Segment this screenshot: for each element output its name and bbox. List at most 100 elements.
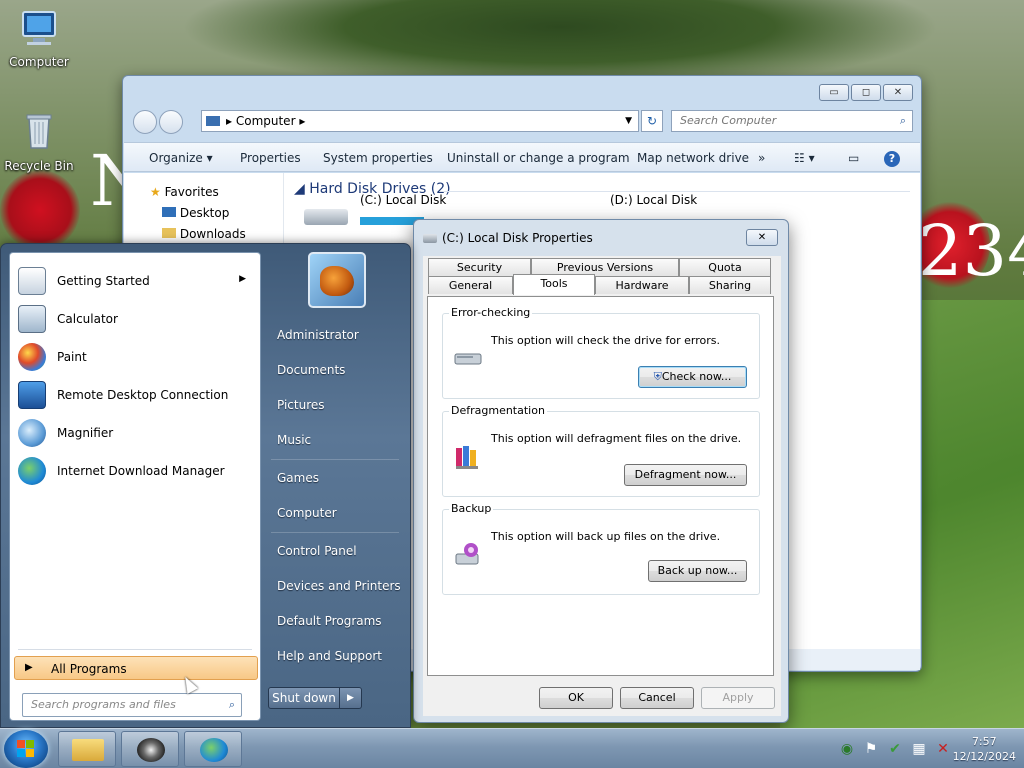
start-menu-programs-pane: Getting Started ▶ Calculator Paint Remot… <box>9 252 261 721</box>
star-icon: ★ <box>150 185 161 199</box>
tab-general[interactable]: General <box>428 276 513 294</box>
help-icon[interactable]: ? <box>884 143 900 173</box>
tab-tools[interactable]: Tools <box>513 274 595 295</box>
taskbar-raccoon-app[interactable] <box>121 731 179 767</box>
search-input[interactable]: Search Computer ⌕ <box>671 110 913 132</box>
group-description: This option will back up files on the dr… <box>491 530 721 543</box>
start-link-control-panel[interactable]: Control Panel <box>277 544 357 558</box>
defragment-now-button[interactable]: Defragment now... <box>624 464 747 486</box>
recycle-bin-icon <box>26 114 52 149</box>
start-link-pictures[interactable]: Pictures <box>277 398 325 412</box>
system-tray: ◉ ⚑ ✔ ▦ ✕ <box>838 740 952 758</box>
tab-quota[interactable]: Quota <box>679 258 771 276</box>
program-label: Internet Download Manager <box>57 464 225 478</box>
nav-downloads[interactable]: Downloads <box>162 227 246 241</box>
refresh-icon[interactable]: ↻ <box>641 110 663 132</box>
minimize-button[interactable]: ▭ <box>819 84 849 101</box>
folder-icon <box>72 739 104 761</box>
drive-icon <box>423 234 437 243</box>
start-link-default-programs[interactable]: Default Programs <box>277 614 382 628</box>
more-commands-button[interactable]: » <box>758 143 765 173</box>
start-link-documents[interactable]: Documents <box>277 363 345 377</box>
all-programs-button[interactable]: ▶ All Programs <box>14 656 258 680</box>
start-search-input[interactable]: Search programs and files ⌕ <box>22 693 242 717</box>
start-button[interactable] <box>4 730 48 768</box>
drive-d[interactable]: (D:) Local Disk <box>610 193 697 207</box>
organize-button[interactable]: Organize ▾ <box>149 143 213 173</box>
volume-muted-icon[interactable]: ✕ <box>934 740 952 758</box>
start-link-music[interactable]: Music <box>277 433 311 447</box>
clock-date: 12/12/2024 <box>952 750 1016 763</box>
nav-favorites[interactable]: ★ Favorites <box>150 185 219 199</box>
tools-tab-panel: Error-checking This option will check th… <box>427 296 774 676</box>
tab-hardware[interactable]: Hardware <box>595 276 689 294</box>
submenu-arrow-icon: ▶ <box>239 274 246 284</box>
defragment-icon <box>456 446 478 469</box>
nav-desktop[interactable]: Desktop <box>162 206 229 220</box>
cancel-button[interactable]: Cancel <box>620 687 694 709</box>
shut-down-options-button[interactable]: ▶ <box>340 687 362 709</box>
system-properties-button[interactable]: System properties <box>323 143 433 173</box>
backup-group: Backup This option will back up files on… <box>442 502 760 595</box>
uninstall-program-button[interactable]: Uninstall or change a program <box>447 143 630 173</box>
check-now-button[interactable]: ⛨Check now... <box>638 366 747 388</box>
getting-started-icon <box>18 267 46 295</box>
program-magnifier[interactable]: Magnifier <box>14 415 254 451</box>
program-internet-download-manager[interactable]: Internet Download Manager <box>14 453 254 489</box>
address-bar[interactable]: ▸ Computer ▸ ▼ <box>201 110 639 132</box>
security-shield-icon[interactable]: ✔ <box>886 740 904 758</box>
start-link-computer[interactable]: Computer <box>277 506 337 520</box>
breadcrumb-computer[interactable]: ▸ Computer ▸ <box>226 114 305 128</box>
command-bar: Organize ▾ Properties System properties … <box>124 142 920 172</box>
disk-properties-dialog[interactable]: (C:) Local Disk Properties ✕ Security Pr… <box>413 219 789 723</box>
all-programs-label: All Programs <box>51 662 127 676</box>
drive-label: (C:) Local Disk <box>360 193 447 207</box>
taskbar-internet-download-manager[interactable] <box>184 731 242 767</box>
ok-button[interactable]: OK <box>539 687 613 709</box>
program-label: Calculator <box>57 312 118 326</box>
shield-icon: ⛨ <box>653 370 662 383</box>
program-getting-started[interactable]: Getting Started ▶ <box>14 263 254 299</box>
address-row: ▸ Computer ▸ ▼ ↻ Search Computer ⌕ <box>131 108 913 134</box>
network-globe-icon[interactable]: ◉ <box>838 740 856 758</box>
network-icon[interactable]: ▦ <box>910 740 928 758</box>
program-label: Getting Started <box>57 274 150 288</box>
idm-icon <box>18 457 46 485</box>
start-link-games[interactable]: Games <box>277 471 319 485</box>
program-remote-desktop[interactable]: Remote Desktop Connection <box>14 377 254 413</box>
clock[interactable]: 7:57 12/12/2024 <box>953 734 1016 764</box>
action-center-flag-icon[interactable]: ⚑ <box>862 740 880 758</box>
shut-down-button[interactable]: Shut down <box>268 687 340 709</box>
back-up-now-button[interactable]: Back up now... <box>648 560 747 582</box>
map-network-drive-button[interactable]: Map network drive <box>637 143 749 173</box>
chevron-down-icon[interactable]: ▼ <box>625 111 632 131</box>
desktop-icon-computer[interactable]: Computer <box>1 8 77 69</box>
properties-button[interactable]: Properties <box>240 143 301 173</box>
program-calculator[interactable]: Calculator <box>14 301 254 337</box>
window-controls: ▭ ◻ ✕ <box>819 84 913 101</box>
apply-button[interactable]: Apply <box>701 687 775 709</box>
view-options-icon[interactable]: ☷ ▾ <box>794 143 815 173</box>
group-title: Error-checking <box>449 306 533 319</box>
start-link-help-and-support[interactable]: Help and Support <box>277 649 382 663</box>
clock-time: 7:57 <box>971 735 997 748</box>
menu-divider <box>271 459 399 460</box>
forward-button[interactable] <box>159 110 183 134</box>
program-paint[interactable]: Paint <box>14 339 254 375</box>
computer-icon <box>206 116 220 126</box>
menu-divider <box>271 532 399 533</box>
taskbar-explorer[interactable] <box>58 731 116 767</box>
defragmentation-group: Defragmentation This option will defragm… <box>442 404 760 497</box>
start-link-devices-and-printers[interactable]: Devices and Printers <box>277 579 401 593</box>
start-link-administrator[interactable]: Administrator <box>277 328 359 342</box>
user-picture[interactable] <box>308 252 366 308</box>
maximize-button[interactable]: ◻ <box>851 84 881 101</box>
tab-sharing[interactable]: Sharing <box>689 276 771 294</box>
desktop-icon-recycle-bin[interactable]: Recycle Bin <box>1 112 77 173</box>
start-menu[interactable]: Getting Started ▶ Calculator Paint Remot… <box>0 243 411 728</box>
dialog-close-button[interactable]: ✕ <box>746 229 778 246</box>
program-label: Magnifier <box>57 426 114 440</box>
preview-pane-icon[interactable]: ▭ <box>848 143 859 173</box>
back-button[interactable] <box>133 110 157 134</box>
close-button[interactable]: ✕ <box>883 84 913 101</box>
